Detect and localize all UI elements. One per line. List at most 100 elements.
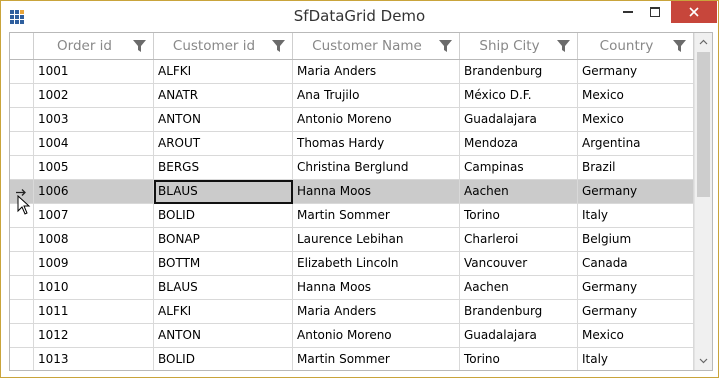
cell-country[interactable]: Canada: [578, 252, 694, 276]
cell-customer-id[interactable]: BERGS: [154, 156, 293, 180]
row-header[interactable]: [10, 132, 34, 156]
cell-order-id[interactable]: 1003: [34, 108, 154, 132]
cell-customer-id[interactable]: BLAUS: [154, 180, 293, 204]
cell-country[interactable]: Mexico: [578, 84, 694, 108]
cell-customer-id[interactable]: AROUT: [154, 132, 293, 156]
cell-customer-id[interactable]: ANATR: [154, 84, 293, 108]
cell-customer-id[interactable]: ALFKI: [154, 300, 293, 324]
filter-funnel-icon[interactable]: [133, 40, 146, 53]
cell-customer-name[interactable]: Martin Sommer: [293, 348, 460, 370]
cell-ship-city[interactable]: Brandenburg: [460, 60, 578, 84]
cell-country[interactable]: Italy: [578, 348, 694, 370]
cell-customer-name[interactable]: Antonio Moreno: [293, 108, 460, 132]
table-row[interactable]: 1007 BOLID Martin Sommer Torino Italy: [10, 204, 694, 228]
cell-country[interactable]: Brazil: [578, 156, 694, 180]
cell-ship-city[interactable]: Campinas: [460, 156, 578, 180]
cell-order-id[interactable]: 1012: [34, 324, 154, 348]
column-header-country[interactable]: Country: [578, 33, 694, 59]
maximize-button[interactable]: [638, 1, 672, 23]
table-row[interactable]: 1006 BLAUS Hanna Moos Aachen Germany: [10, 180, 694, 204]
column-header-customer-name[interactable]: Customer Name: [293, 33, 460, 59]
cell-customer-id[interactable]: BOTTM: [154, 252, 293, 276]
cell-order-id[interactable]: 1005: [34, 156, 154, 180]
table-row[interactable]: 1013 BOLID Martin Sommer Torino Italy: [10, 348, 694, 370]
table-row[interactable]: 1010 BLAUS Hanna Moos Aachen Germany: [10, 276, 694, 300]
filter-funnel-icon[interactable]: [439, 40, 452, 53]
row-header[interactable]: [10, 60, 34, 84]
column-header-order-id[interactable]: Order id: [34, 33, 154, 59]
cell-country[interactable]: Mexico: [578, 108, 694, 132]
table-row[interactable]: 1008 BONAP Laurence Lebihan Charleroi Belgiu…: [10, 228, 694, 252]
cell-ship-city[interactable]: Aachen: [460, 180, 578, 204]
row-header[interactable]: [10, 228, 34, 252]
cell-customer-name[interactable]: Laurence Lebihan: [293, 228, 460, 252]
cell-customer-name[interactable]: Hanna Moos: [293, 276, 460, 300]
column-header-ship-city[interactable]: Ship City: [460, 33, 578, 59]
cell-customer-id[interactable]: BOLID: [154, 348, 293, 370]
table-row[interactable]: 1011 ALFKI Maria Anders Brandenburg Germany: [10, 300, 694, 324]
cell-order-id[interactable]: 1009: [34, 252, 154, 276]
cell-customer-name[interactable]: Christina Berglund: [293, 156, 460, 180]
cell-country[interactable]: Germany: [578, 180, 694, 204]
cell-customer-id[interactable]: ANTON: [154, 108, 293, 132]
cell-customer-id[interactable]: BLAUS: [154, 276, 293, 300]
column-header-customer-id[interactable]: Customer id: [154, 33, 293, 59]
cell-ship-city[interactable]: México D.F.: [460, 84, 578, 108]
row-header[interactable]: [10, 108, 34, 132]
cell-order-id[interactable]: 1004: [34, 132, 154, 156]
cell-country[interactable]: Germany: [578, 276, 694, 300]
row-header[interactable]: [10, 156, 34, 180]
scroll-down-icon[interactable]: [699, 356, 708, 365]
cell-country[interactable]: Germany: [578, 300, 694, 324]
scroll-up-icon[interactable]: [699, 38, 708, 47]
table-row[interactable]: 1009 BOTTM Elizabeth Lincoln Vancouver Canad…: [10, 252, 694, 276]
vertical-scrollbar[interactable]: [694, 33, 712, 370]
row-header[interactable]: [10, 324, 34, 348]
cell-order-id[interactable]: 1002: [34, 84, 154, 108]
table-row[interactable]: 1012 ANTON Antonio Moreno Guadalajara Mexico: [10, 324, 694, 348]
title-bar[interactable]: SfDataGrid Demo: [1, 1, 718, 32]
cell-order-id[interactable]: 1006: [34, 180, 154, 204]
cell-country[interactable]: Belgium: [578, 228, 694, 252]
cell-country[interactable]: Argentina: [578, 132, 694, 156]
filter-funnel-icon[interactable]: [557, 40, 570, 53]
filter-funnel-icon[interactable]: [272, 40, 285, 53]
table-row[interactable]: 1002 ANATR Ana Trujilo México D.F. Mexico: [10, 84, 694, 108]
filter-funnel-icon[interactable]: [673, 40, 686, 53]
cell-customer-name[interactable]: Thomas Hardy: [293, 132, 460, 156]
table-row[interactable]: 1004 AROUT Thomas Hardy Mendoza Argentina: [10, 132, 694, 156]
cell-customer-name[interactable]: Maria Anders: [293, 300, 460, 324]
row-header[interactable]: [10, 348, 34, 370]
cell-ship-city[interactable]: Aachen: [460, 276, 578, 300]
cell-order-id[interactable]: 1007: [34, 204, 154, 228]
cell-ship-city[interactable]: Vancouver: [460, 252, 578, 276]
cell-ship-city[interactable]: Charleroi: [460, 228, 578, 252]
cell-order-id[interactable]: 1011: [34, 300, 154, 324]
cell-ship-city[interactable]: Guadalajara: [460, 108, 578, 132]
row-header[interactable]: [10, 300, 34, 324]
row-header[interactable]: [10, 276, 34, 300]
cell-ship-city[interactable]: Mendoza: [460, 132, 578, 156]
table-row[interactable]: 1001 ALFKI Maria Anders Brandenburg Germany: [10, 60, 694, 84]
scrollbar-thumb[interactable]: [697, 52, 710, 197]
cell-customer-id[interactable]: BOLID: [154, 204, 293, 228]
cell-customer-id[interactable]: ANTON: [154, 324, 293, 348]
cell-customer-name[interactable]: Maria Anders: [293, 60, 460, 84]
data-grid[interactable]: Order id Customer id Customer Name Ship Cit…: [9, 32, 713, 371]
cell-customer-name[interactable]: Ana Trujilo: [293, 84, 460, 108]
cell-order-id[interactable]: 1008: [34, 228, 154, 252]
close-button[interactable]: [671, 1, 717, 23]
cell-order-id[interactable]: 1010: [34, 276, 154, 300]
cell-order-id[interactable]: 1013: [34, 348, 154, 370]
cell-country[interactable]: Mexico: [578, 324, 694, 348]
cell-ship-city[interactable]: Guadalajara: [460, 324, 578, 348]
cell-customer-name[interactable]: Elizabeth Lincoln: [293, 252, 460, 276]
cell-order-id[interactable]: 1001: [34, 60, 154, 84]
cell-country[interactable]: Italy: [578, 204, 694, 228]
row-header[interactable]: [10, 252, 34, 276]
cell-ship-city[interactable]: Brandenburg: [460, 300, 578, 324]
cell-ship-city[interactable]: Torino: [460, 204, 578, 228]
cell-customer-name[interactable]: Antonio Moreno: [293, 324, 460, 348]
table-row[interactable]: 1003 ANTON Antonio Moreno Guadalajara Mexico: [10, 108, 694, 132]
row-header[interactable]: [10, 84, 34, 108]
